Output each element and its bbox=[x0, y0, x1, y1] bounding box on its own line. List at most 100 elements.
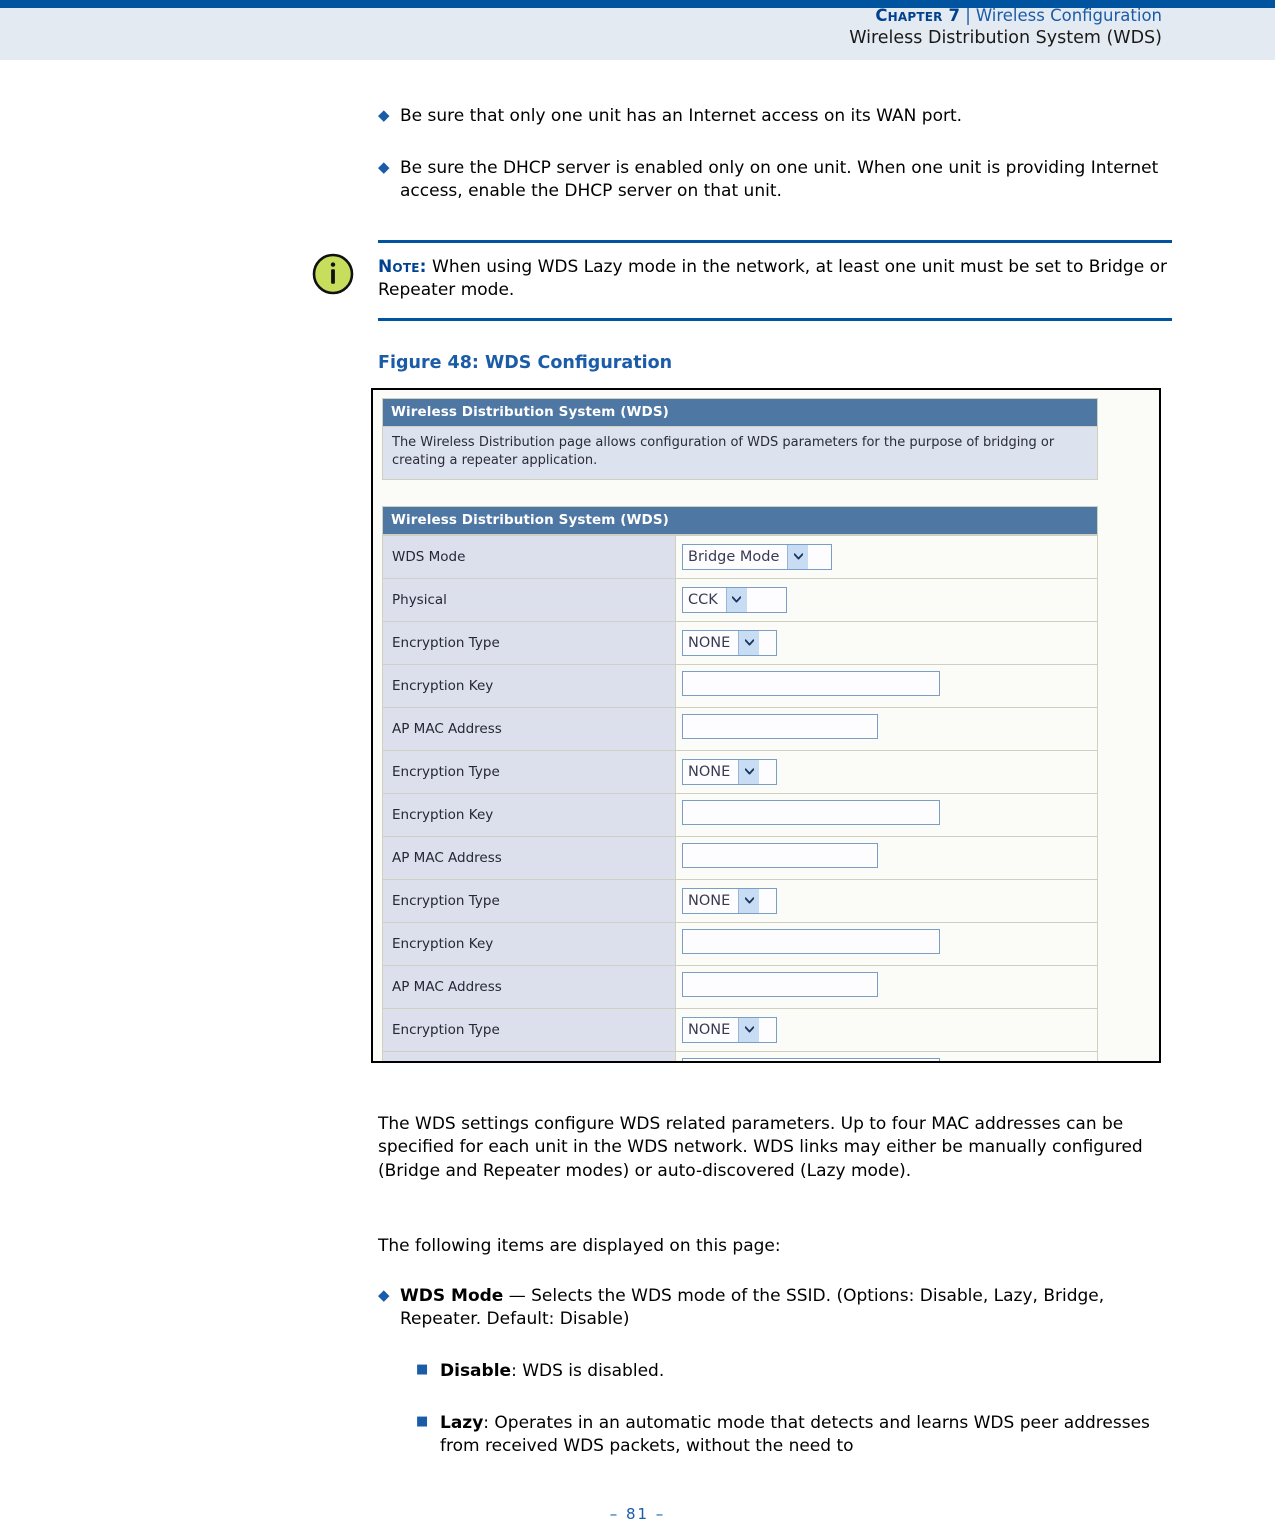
row-label: Encryption Key bbox=[382, 792, 676, 837]
input-encryption-key[interactable] bbox=[682, 671, 940, 697]
select-value: Bridge Mode bbox=[688, 548, 780, 565]
select-encryption-type[interactable]: NONE bbox=[682, 887, 777, 914]
row-label: AP MAC Address bbox=[382, 835, 676, 880]
row-field bbox=[675, 706, 1098, 751]
row-field bbox=[675, 921, 1098, 966]
note-body: Note: When using WDS Lazy mode in the ne… bbox=[378, 243, 1172, 318]
header-chapter: Chapter 7 bbox=[875, 6, 961, 25]
diamond-bullet-icon: ◆ bbox=[378, 106, 390, 124]
bullet-item-dhcp-server: ◆ Be sure the DHCP server is enabled onl… bbox=[378, 157, 1168, 204]
table-row: Encryption Type NONE bbox=[382, 878, 1098, 923]
table-row: Encryption Key bbox=[382, 792, 1098, 837]
chevron-down-icon[interactable] bbox=[738, 1017, 760, 1042]
running-header: Chapter 7 | Wireless Configuration Wireles… bbox=[849, 6, 1162, 47]
sub-list-item-description: : Operates in an automatic mode that det… bbox=[440, 1413, 1150, 1457]
row-field bbox=[675, 1050, 1098, 1061]
square-bullet-icon: ■ bbox=[416, 1362, 429, 1377]
list-item-body: WDS Mode — Selects the WDS mode of the S… bbox=[400, 1285, 1168, 1332]
row-label: AP MAC Address bbox=[382, 706, 676, 751]
row-label: Physical bbox=[382, 577, 676, 622]
select-wds-mode[interactable]: Bridge Mode bbox=[682, 543, 832, 570]
page-header: Chapter 7 | Wireless Configuration Wireles… bbox=[0, 0, 1275, 60]
figure-screenshot: Wireless Distribution System (WDS) The W… bbox=[371, 388, 1161, 1063]
row-field bbox=[675, 835, 1098, 880]
table-row: AP MAC Address bbox=[382, 706, 1098, 751]
select-encryption-type[interactable]: NONE bbox=[682, 1016, 777, 1043]
select-value: NONE bbox=[688, 634, 731, 651]
input-ap-mac-address[interactable] bbox=[682, 714, 878, 740]
row-field bbox=[675, 964, 1098, 1009]
screenshot-table-title: Wireless Distribution System (WDS) bbox=[382, 505, 1098, 535]
chevron-down-icon[interactable] bbox=[787, 544, 809, 569]
table-row: Encryption Key bbox=[382, 663, 1098, 708]
chevron-down-icon[interactable] bbox=[725, 587, 747, 612]
select-encryption-type[interactable]: NONE bbox=[682, 758, 777, 785]
row-label: Encryption Key bbox=[382, 663, 676, 708]
header-chapter-line: Chapter 7 | Wireless Configuration bbox=[849, 6, 1162, 25]
sub-list-item-disable: ■ Disable: WDS is disabled. bbox=[416, 1360, 1168, 1383]
row-field: CCK bbox=[675, 577, 1098, 622]
note-label: Note: bbox=[378, 257, 427, 277]
square-bullet-icon: ■ bbox=[416, 1414, 429, 1429]
screenshot-panel-description: The Wireless Distribution page allows co… bbox=[382, 427, 1098, 480]
row-field bbox=[675, 792, 1098, 837]
row-field: NONE bbox=[675, 1007, 1098, 1052]
figure-caption: Figure 48: WDS Configuration bbox=[378, 353, 673, 373]
bullet-item-text: Be sure the DHCP server is enabled only … bbox=[400, 158, 1159, 202]
list-item-term: WDS Mode bbox=[400, 1286, 504, 1306]
row-label: Encryption Type bbox=[382, 749, 676, 794]
diamond-bullet-icon: ◆ bbox=[378, 1286, 390, 1304]
sub-list-item-lazy: ■ Lazy: Operates in an automatic mode th… bbox=[416, 1412, 1168, 1459]
note-callout: Note: When using WDS Lazy mode in the ne… bbox=[378, 240, 1172, 321]
list-item-description: — Selects the WDS mode of the SSID. (Opt… bbox=[400, 1286, 1105, 1330]
bullet-item-text: Be sure that only one unit has an Intern… bbox=[400, 106, 963, 126]
input-ap-mac-address[interactable] bbox=[682, 843, 878, 869]
table-row: Encryption Type NONE bbox=[382, 749, 1098, 794]
screenshot-content: Wireless Distribution System (WDS) The W… bbox=[382, 398, 1098, 1061]
header-separator: | bbox=[965, 6, 971, 25]
note-text: When using WDS Lazy mode in the network,… bbox=[378, 257, 1167, 301]
row-label: Encryption Type bbox=[382, 1007, 676, 1052]
row-label: Encryption Type bbox=[382, 620, 676, 665]
input-encryption-key[interactable] bbox=[682, 929, 940, 955]
select-value: NONE bbox=[688, 892, 731, 909]
row-label bbox=[382, 1050, 676, 1061]
select-value: CCK bbox=[688, 591, 718, 608]
list-item-wds-mode: ◆ WDS Mode — Selects the WDS mode of the… bbox=[378, 1285, 1168, 1332]
wds-settings-rows: WDS Mode Bridge Mode Physical CCK Encryption… bbox=[382, 534, 1098, 1061]
screenshot-panel-title: Wireless Distribution System (WDS) bbox=[382, 398, 1098, 427]
input-ap-mac-address[interactable] bbox=[682, 972, 878, 998]
table-row bbox=[382, 1050, 1098, 1061]
row-label: Encryption Type bbox=[382, 878, 676, 923]
sub-list-item-body: Lazy: Operates in an automatic mode that… bbox=[440, 1412, 1168, 1459]
row-field: NONE bbox=[675, 749, 1098, 794]
row-field bbox=[675, 663, 1098, 708]
bullet-item-wan-port: ◆ Be sure that only one unit has an Inte… bbox=[378, 105, 1168, 128]
table-row: AP MAC Address bbox=[382, 835, 1098, 880]
select-value: NONE bbox=[688, 763, 731, 780]
diamond-bullet-icon: ◆ bbox=[378, 158, 390, 176]
select-encryption-type[interactable]: NONE bbox=[682, 629, 777, 656]
row-label: WDS Mode bbox=[382, 534, 676, 579]
sub-list-item-description: : WDS is disabled. bbox=[511, 1361, 665, 1381]
select-physical[interactable]: CCK bbox=[682, 586, 787, 613]
chevron-down-icon[interactable] bbox=[738, 888, 760, 913]
table-row: Encryption Type NONE bbox=[382, 1007, 1098, 1052]
chevron-down-icon[interactable] bbox=[738, 759, 760, 784]
table-row: WDS Mode Bridge Mode bbox=[382, 534, 1098, 579]
sub-list-item-body: Disable: WDS is disabled. bbox=[440, 1360, 664, 1383]
screenshot-spacer bbox=[382, 480, 1098, 506]
chevron-down-icon[interactable] bbox=[738, 630, 760, 655]
paragraph-following-items: The following items are displayed on thi… bbox=[378, 1236, 781, 1256]
table-row: Encryption Type NONE bbox=[382, 620, 1098, 665]
info-icon bbox=[311, 252, 355, 296]
note-bottom-rule bbox=[378, 317, 1172, 321]
sub-list-item-term: Disable bbox=[440, 1361, 512, 1381]
table-row: Physical CCK bbox=[382, 577, 1098, 622]
select-value: NONE bbox=[688, 1021, 731, 1038]
input-field-12[interactable] bbox=[682, 1058, 940, 1061]
row-label: AP MAC Address bbox=[382, 964, 676, 1009]
input-encryption-key[interactable] bbox=[682, 800, 940, 826]
sub-list-item-term: Lazy bbox=[440, 1413, 484, 1433]
wds-settings-table: WDS Mode Bridge Mode Physical CCK Encryption… bbox=[382, 534, 1098, 1061]
